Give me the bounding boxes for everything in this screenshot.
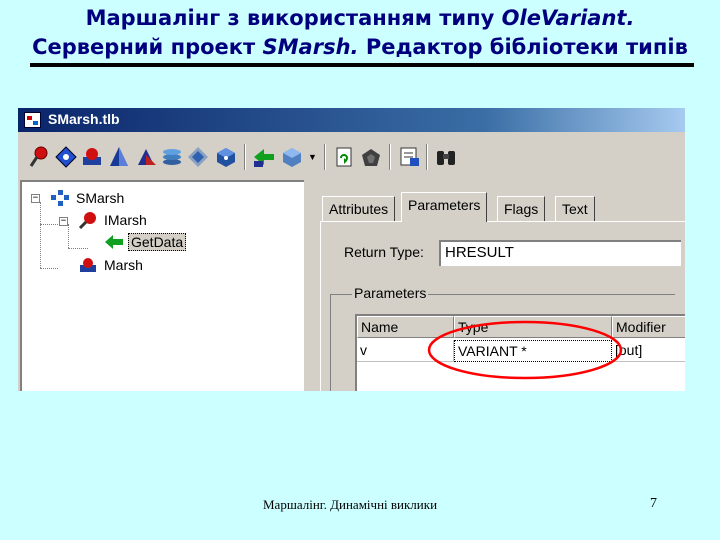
chevron-down-icon[interactable]: ▼	[308, 152, 317, 162]
type-library-node-icon	[50, 189, 70, 207]
register-icon[interactable]	[359, 145, 383, 169]
toolbar-separator	[389, 144, 391, 170]
object-tree[interactable]: − SMarsh − IMarsh GetData Marsh	[20, 180, 304, 391]
type-library-icon	[24, 112, 41, 128]
binoculars-icon[interactable]	[434, 145, 458, 169]
return-type-field[interactable]: HRESULT	[439, 240, 681, 266]
toolbar-separator	[244, 144, 246, 170]
new-dispinterface-icon[interactable]	[54, 145, 78, 169]
tab-flags[interactable]: Flags	[497, 196, 546, 222]
page-number: 7	[650, 496, 657, 511]
new-alias-icon[interactable]	[134, 145, 158, 169]
toolbar-separator	[324, 144, 326, 170]
tab-attributes[interactable]: Attributes	[322, 196, 396, 222]
parameters-group-label: Parameters	[352, 285, 429, 301]
interface-node-icon	[78, 211, 98, 230]
tab-text[interactable]: Text	[555, 196, 595, 222]
toolbar-separator	[426, 144, 428, 170]
coclass-node-icon	[78, 256, 98, 274]
new-interface-icon[interactable]	[28, 145, 52, 169]
slide-title-line2: Серверний проект SMarsh. Редактор бібліо…	[32, 35, 688, 59]
slide-title-line1: Маршалінг з використанням типу OleVarian…	[85, 6, 635, 30]
method-node-icon	[104, 233, 124, 251]
new-property-icon[interactable]	[280, 145, 304, 169]
title-underline	[30, 63, 694, 67]
window-title: SMarsh.tlb	[48, 111, 120, 127]
tree-item-marsh[interactable]: Marsh	[102, 256, 145, 274]
new-enum-icon[interactable]	[107, 145, 131, 169]
tab-parameters[interactable]: Parameters	[401, 192, 488, 222]
new-coclass-icon[interactable]	[80, 145, 104, 169]
refresh-icon[interactable]	[332, 145, 356, 169]
tree-item-getdata[interactable]: GetData	[128, 233, 187, 251]
new-module-icon[interactable]	[214, 145, 238, 169]
slide-title: Маршалінг з використанням типу OleVarian…	[0, 4, 720, 62]
new-union-icon[interactable]	[186, 145, 210, 169]
tree-collapse-toggle[interactable]: −	[31, 194, 40, 203]
slide-footer: Маршалінг. Динамічні виклики	[263, 497, 438, 512]
highlight-ellipse	[427, 320, 623, 380]
new-method-icon[interactable]	[252, 145, 276, 169]
tree-item-smarsh[interactable]: SMarsh	[74, 189, 126, 207]
tree-collapse-toggle[interactable]: −	[59, 217, 68, 226]
toolbar: ▼	[18, 140, 685, 174]
window-titlebar[interactable]: SMarsh.tlb	[18, 108, 685, 132]
export-icon[interactable]	[398, 145, 422, 169]
tree-item-imarsh[interactable]: IMarsh	[102, 211, 149, 229]
new-record-icon[interactable]	[160, 145, 184, 169]
return-type-label: Return Type:	[344, 244, 424, 260]
